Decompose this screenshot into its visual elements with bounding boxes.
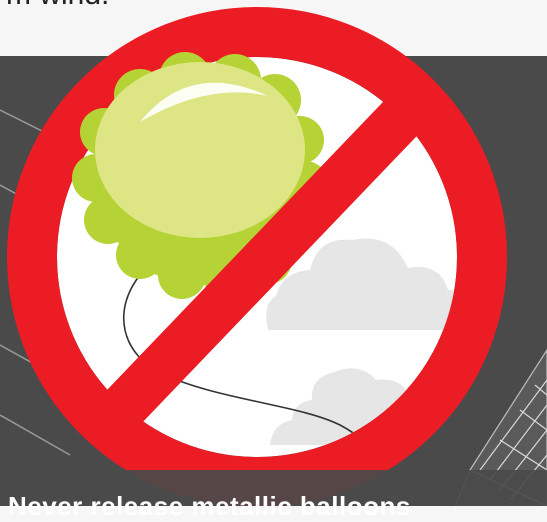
illustration	[0, 7, 547, 506]
caption-text: Never release metallic balloons	[8, 491, 411, 521]
